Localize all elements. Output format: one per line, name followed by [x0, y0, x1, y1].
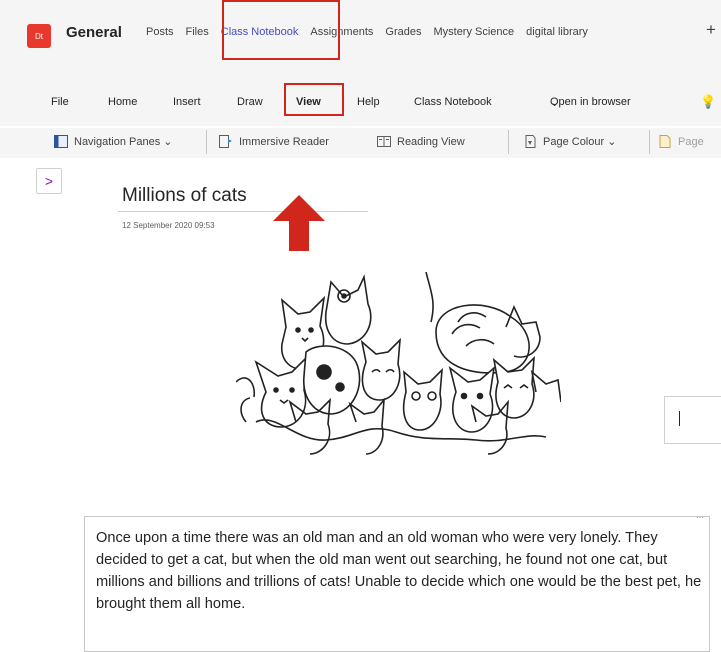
- story-text[interactable]: Once upon a time there was an old man an…: [96, 527, 706, 615]
- page-title[interactable]: Millions of cats: [122, 185, 247, 207]
- menu-insert[interactable]: Insert: [173, 96, 201, 108]
- text-caret: [679, 411, 680, 426]
- menu-help[interactable]: Help: [357, 96, 380, 108]
- navigation-panes-button[interactable]: Navigation Panes ⌄: [54, 135, 173, 148]
- note-container-fragment[interactable]: [664, 396, 721, 444]
- view-menu-highlight: [284, 83, 344, 116]
- menu-class-notebook[interactable]: Class Notebook: [414, 96, 492, 108]
- open-in-browser-label: Open in browser: [550, 96, 631, 108]
- immersive-reader-label: Immersive Reader: [239, 135, 329, 148]
- ribbon-separator: [508, 130, 509, 154]
- red-arrow-icon: [273, 195, 325, 251]
- reading-view-label: Reading View: [397, 135, 465, 148]
- tab-posts[interactable]: Posts: [146, 26, 174, 38]
- page-colour-icon: [525, 135, 536, 148]
- ribbon-separator: [649, 130, 650, 154]
- page-date: 12 September 2020 09:53: [122, 221, 215, 230]
- page-colour-button[interactable]: Page Colour ⌄: [523, 135, 616, 148]
- menu-draw[interactable]: Draw: [237, 96, 263, 108]
- chevron-right-icon: >: [44, 173, 54, 189]
- tab-grades[interactable]: Grades: [385, 26, 421, 38]
- menu-file[interactable]: File: [51, 96, 69, 108]
- immersive-reader-button[interactable]: Immersive Reader: [219, 135, 329, 148]
- page-colour-label: Page Colour: [543, 135, 605, 148]
- title-underline: [118, 211, 368, 212]
- tab-mystery-science[interactable]: Mystery Science: [433, 26, 514, 38]
- team-avatar[interactable]: Dt: [27, 24, 51, 48]
- menu-home[interactable]: Home: [108, 96, 137, 108]
- tab-digital-library[interactable]: digital library: [526, 26, 588, 38]
- container-handle-icon[interactable]: ⋯: [696, 513, 704, 522]
- add-tab-button[interactable]: +: [706, 20, 716, 40]
- navigation-panes-icon: [54, 135, 68, 148]
- channel-title: General: [66, 24, 122, 41]
- open-in-browser-button[interactable]: Open in browser ⌄: [550, 96, 631, 109]
- navigation-panes-label: Navigation Panes: [74, 135, 161, 148]
- channel-tabs: Posts Files Class Notebook Assignments G…: [146, 26, 600, 38]
- page-icon: [659, 135, 671, 148]
- class-notebook-highlight: [222, 0, 340, 60]
- reading-view-icon: [377, 136, 391, 147]
- expand-navigation-button[interactable]: >: [36, 168, 62, 194]
- tab-files[interactable]: Files: [186, 26, 209, 38]
- lightbulb-icon[interactable]: 💡: [700, 94, 716, 110]
- immersive-reader-icon: [219, 135, 232, 148]
- page-button[interactable]: Page: [658, 135, 704, 148]
- cats-illustration: [236, 272, 561, 455]
- ribbon-separator: [206, 130, 207, 154]
- reading-view-button[interactable]: Reading View: [377, 135, 465, 148]
- page-label: Page: [678, 135, 704, 148]
